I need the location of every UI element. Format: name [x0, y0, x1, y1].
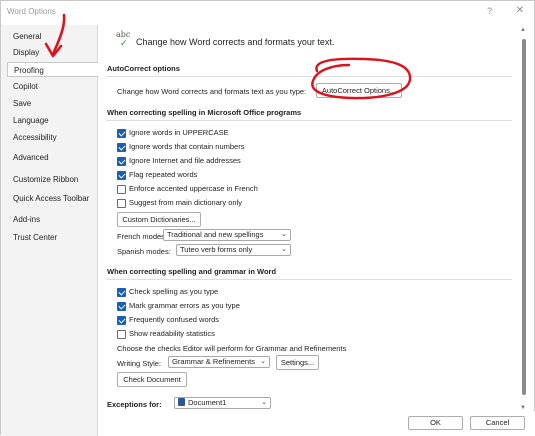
help-icon[interactable]: ?: [487, 6, 492, 16]
word-document-icon: [178, 398, 185, 406]
checkbox[interactable]: [117, 129, 126, 138]
sidebar-item-add-ins[interactable]: Add-ins: [7, 212, 98, 227]
writing-style-select[interactable]: Grammar & Refinements ⌄: [168, 356, 270, 368]
checkbox[interactable]: [117, 288, 126, 297]
french-modes-select[interactable]: Traditional and new spellings ⌄: [163, 229, 291, 241]
divider: [106, 120, 512, 121]
proofing-panel: abc ✓ Change how Word corrects and forma…: [106, 25, 516, 411]
spanish-modes-label: Spanish modes:: [117, 247, 171, 256]
sidebar-item-display[interactable]: Display: [7, 45, 98, 60]
title-bar: Word Options ? ✕: [1, 1, 534, 23]
sidebar-item-quick-access-toolbar[interactable]: Quick Access Toolbar: [7, 191, 98, 206]
checkbox[interactable]: [117, 199, 126, 208]
scroll-thumb[interactable]: [522, 39, 526, 395]
exceptions-label: Exceptions for:: [107, 400, 162, 409]
autocorrect-description: Change how Word corrects and formats tex…: [117, 87, 307, 96]
dialog-footer: OK Cancel: [98, 411, 535, 436]
sidebar: General Display Proofing Copilot Save La…: [1, 25, 98, 436]
checkbox[interactable]: [117, 143, 126, 152]
french-modes-label: French modes:: [117, 232, 168, 241]
vertical-scrollbar[interactable]: ▲ ▼: [520, 27, 528, 411]
checkbox[interactable]: [117, 316, 126, 325]
spanish-modes-select[interactable]: Tuteo verb forms only ⌄: [176, 244, 291, 256]
divider: [106, 279, 512, 280]
autocorrect-options-button[interactable]: AutoCorrect Options...: [316, 83, 402, 98]
chevron-down-icon: ⌄: [261, 399, 267, 406]
sidebar-item-trust-center[interactable]: Trust Center: [7, 230, 98, 245]
checkbox[interactable]: [117, 185, 126, 194]
scroll-up-icon[interactable]: ▲: [520, 27, 526, 33]
chevron-down-icon: ⌄: [281, 246, 287, 253]
sidebar-item-save[interactable]: Save: [7, 96, 98, 111]
sidebar-item-general[interactable]: General: [7, 29, 98, 44]
chevron-down-icon: ⌄: [260, 358, 266, 365]
editor-checks-text: Choose the checks Editor will perform fo…: [117, 344, 347, 353]
checkbox[interactable]: [117, 302, 126, 311]
chevron-down-icon: ⌄: [281, 231, 287, 238]
close-icon[interactable]: ✕: [516, 5, 524, 16]
exceptions-document-select[interactable]: Document1 ⌄: [174, 397, 271, 409]
writing-style-label: Writing Style:: [117, 359, 162, 368]
checkbox[interactable]: [117, 157, 126, 166]
checkbox[interactable]: [117, 171, 126, 180]
sidebar-item-language[interactable]: Language: [7, 113, 98, 128]
word-options-dialog: Word Options ? ✕ General Display Proofin…: [0, 0, 535, 436]
autocorrect-section-title: AutoCorrect options: [107, 64, 180, 73]
window-title: Word Options: [7, 7, 56, 16]
sidebar-item-advanced[interactable]: Advanced: [7, 150, 98, 165]
custom-dictionaries-button[interactable]: Custom Dictionaries...: [117, 212, 201, 227]
sidebar-item-customize-ribbon[interactable]: Customize Ribbon: [7, 172, 98, 187]
settings-button[interactable]: Settings...: [276, 355, 319, 370]
abc-check-icon: abc ✓: [116, 30, 131, 48]
sidebar-item-proofing[interactable]: Proofing: [7, 62, 98, 77]
sidebar-item-accessibility[interactable]: Accessibility: [7, 130, 98, 145]
word-spelling-section-title: When correcting spelling and grammar in …: [107, 267, 277, 276]
office-spelling-section-title: When correcting spelling in Microsoft Of…: [107, 108, 302, 117]
sidebar-item-copilot[interactable]: Copilot: [7, 79, 98, 94]
check-document-button[interactable]: Check Document: [117, 372, 187, 387]
cancel-button[interactable]: Cancel: [470, 416, 525, 430]
checkbox[interactable]: [117, 330, 126, 339]
panel-description: Change how Word corrects and formats you…: [136, 37, 335, 47]
divider: [106, 76, 512, 77]
ok-button[interactable]: OK: [408, 416, 463, 430]
